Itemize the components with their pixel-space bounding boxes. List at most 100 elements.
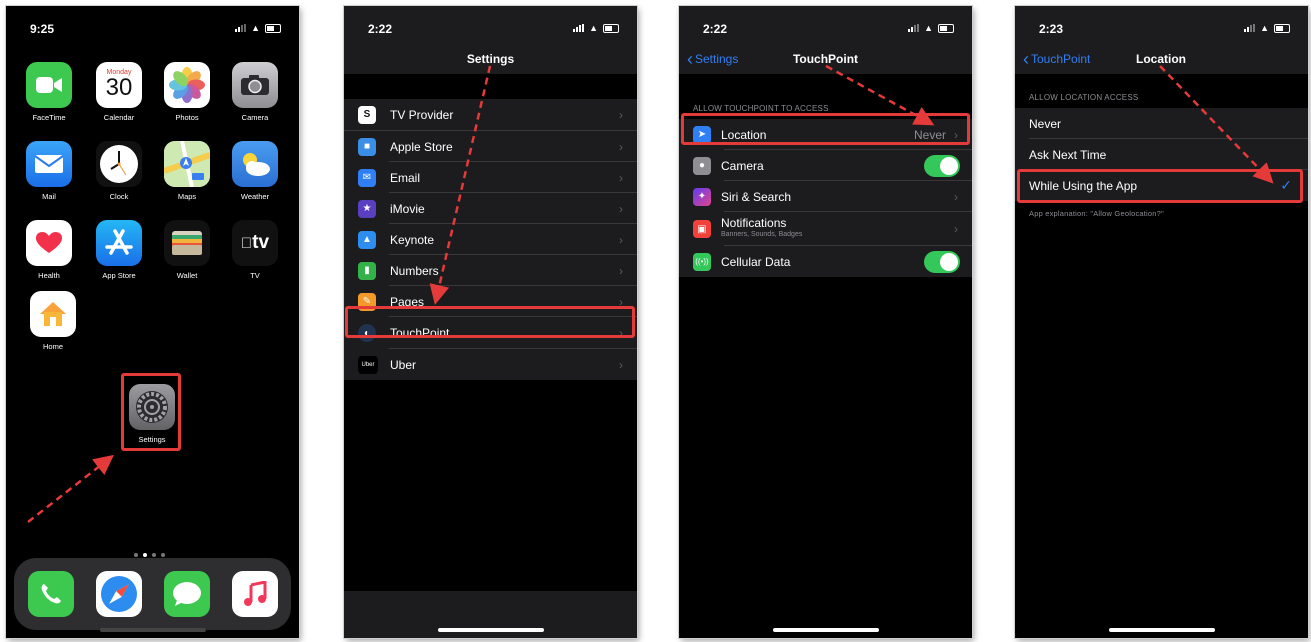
home-indicator	[1108, 628, 1215, 632]
battery-icon	[265, 23, 281, 33]
app-label: Maps	[177, 192, 197, 201]
app-label: Health	[38, 271, 60, 280]
option-never[interactable]: Never	[1015, 108, 1308, 139]
app-camera[interactable]: Camera	[232, 62, 278, 122]
app-store-icon	[96, 220, 142, 266]
app-label: Wallet	[176, 271, 198, 280]
highlight-location-row	[681, 113, 970, 145]
cellular-data-toggle[interactable]	[924, 250, 960, 273]
notifications-subtitle: Banners, Sounds, Badges	[721, 231, 803, 238]
option-label: Never	[1029, 116, 1062, 131]
app-health[interactable]: Health	[26, 220, 72, 280]
page-dots	[134, 553, 165, 557]
facetime-icon	[26, 62, 72, 108]
settings-list: S TV Provider ›	[344, 99, 637, 130]
camera-toggle[interactable]	[924, 154, 960, 177]
app-label: Mail	[42, 192, 56, 201]
app-label: Photos	[175, 113, 199, 122]
section-header: ALLOW LOCATION ACCESS	[1029, 93, 1139, 102]
app-photos[interactable]: Photos	[164, 62, 210, 122]
option-ask-next-time[interactable]: Ask Next Time	[1015, 139, 1308, 170]
settings-item-tv-provider[interactable]: S TV Provider ›	[344, 99, 637, 130]
highlight-while-using-row	[1017, 169, 1303, 203]
app-home[interactable]: Home	[30, 291, 76, 351]
mail-icon	[26, 141, 72, 187]
messages-icon[interactable]	[164, 571, 210, 617]
tv-icon: tv	[232, 220, 278, 266]
back-button[interactable]: ‹ TouchPoint	[1023, 49, 1090, 69]
status-time: 9:25	[30, 22, 55, 36]
status-icons: ▲	[573, 23, 619, 33]
home-indicator	[99, 628, 206, 632]
chevron-right-icon: ›	[619, 263, 623, 278]
app-wallet[interactable]: Wallet	[164, 220, 210, 280]
app-mail[interactable]: Mail	[26, 141, 72, 201]
settings-item-apple-store[interactable]: ■ Apple Store ›	[344, 131, 637, 162]
settings-app-list: ■ Apple Store › ✉ Email › ★ iMovie › ▲ K…	[344, 130, 637, 380]
phone-icon[interactable]	[28, 571, 74, 617]
tv-provider-icon: S	[358, 105, 376, 124]
signal-icon	[908, 24, 920, 32]
heart-icon	[26, 220, 72, 266]
permission-label: Camera	[721, 158, 764, 173]
app-maps[interactable]: Maps	[164, 141, 210, 201]
touchpoint-settings-screen: 2:22 ▲ ‹ Settings TouchPoint ALLOW TOUCH…	[679, 6, 972, 638]
location-explanation: App explanation: "Allow Geolocation?"	[1029, 209, 1164, 218]
app-label: Calendar	[103, 113, 135, 122]
settings-item-email[interactable]: ✉ Email ›	[344, 162, 637, 193]
maps-icon	[164, 141, 210, 187]
wifi-icon: ▲	[924, 23, 933, 33]
settings-item-label: TV Provider	[390, 107, 454, 122]
status-time: 2:22	[368, 22, 393, 36]
settings-item-label: Numbers	[390, 263, 439, 278]
app-weather[interactable]: Weather	[232, 141, 278, 201]
permission-notifications[interactable]: ▣ Notifications Banners, Sounds, Badges …	[679, 212, 972, 246]
settings-item-imovie[interactable]: ★ iMovie ›	[344, 193, 637, 224]
signal-icon	[573, 24, 585, 32]
camera-icon: ●	[693, 156, 711, 175]
app-calendar[interactable]: Monday 30 Calendar	[96, 62, 142, 122]
section-header: ALLOW TOUCHPOINT TO ACCESS	[693, 104, 829, 113]
safari-icon[interactable]	[96, 571, 142, 617]
chevron-right-icon: ›	[619, 139, 623, 154]
photos-icon	[164, 62, 210, 108]
app-label: Weather	[240, 192, 270, 201]
numbers-chart-icon: ▮	[358, 261, 376, 280]
permission-camera[interactable]: ● Camera	[679, 150, 972, 181]
permission-label: Notifications	[721, 216, 787, 230]
permission-siri-search[interactable]: ✦ Siri & Search ›	[679, 181, 972, 212]
chevron-right-icon: ›	[954, 222, 958, 236]
app-app-store[interactable]: App Store	[96, 220, 142, 280]
dock	[14, 558, 291, 630]
app-label: Camera	[241, 113, 269, 122]
app-clock[interactable]: Clock	[96, 141, 142, 201]
chevron-left-icon: ‹	[1023, 49, 1029, 69]
wifi-icon: ▲	[1260, 23, 1269, 33]
settings-item-numbers[interactable]: ▮ Numbers ›	[344, 255, 637, 286]
app-label: FaceTime	[32, 113, 66, 122]
clock-icon	[96, 141, 142, 187]
music-icon[interactable]	[232, 571, 278, 617]
app-label: Clock	[109, 192, 129, 201]
calendar-icon: Monday 30	[96, 62, 142, 108]
signal-icon	[235, 24, 247, 32]
wifi-icon: ▲	[251, 23, 260, 33]
status-icons: ▲	[1244, 23, 1290, 33]
wifi-icon: ▲	[589, 23, 598, 33]
permission-cellular-data[interactable]: ((•)) Cellular Data	[679, 246, 972, 277]
option-label: Ask Next Time	[1029, 147, 1107, 162]
settings-item-uber[interactable]: Uber Uber ›	[344, 349, 637, 380]
settings-item-keynote[interactable]: ▲ Keynote ›	[344, 224, 637, 255]
notifications-icon: ▣	[693, 220, 711, 238]
imovie-star-icon: ★	[358, 199, 376, 218]
app-facetime[interactable]: FaceTime	[26, 62, 72, 122]
camera-icon	[232, 62, 278, 108]
app-tv[interactable]: tv TV	[232, 220, 278, 280]
home-screen: 9:25 ▲ FaceTime Monday 30 Calendar Photo…	[6, 6, 299, 638]
permission-label: Cellular Data	[721, 254, 791, 269]
location-access-screen: 2:23 ▲ ‹ TouchPoint Location ALLOW LOCAT…	[1015, 6, 1308, 638]
settings-item-label: Keynote	[390, 232, 435, 247]
page-title: Settings	[466, 52, 515, 66]
highlight-touchpoint-row	[345, 306, 635, 338]
home-indicator	[437, 628, 544, 632]
